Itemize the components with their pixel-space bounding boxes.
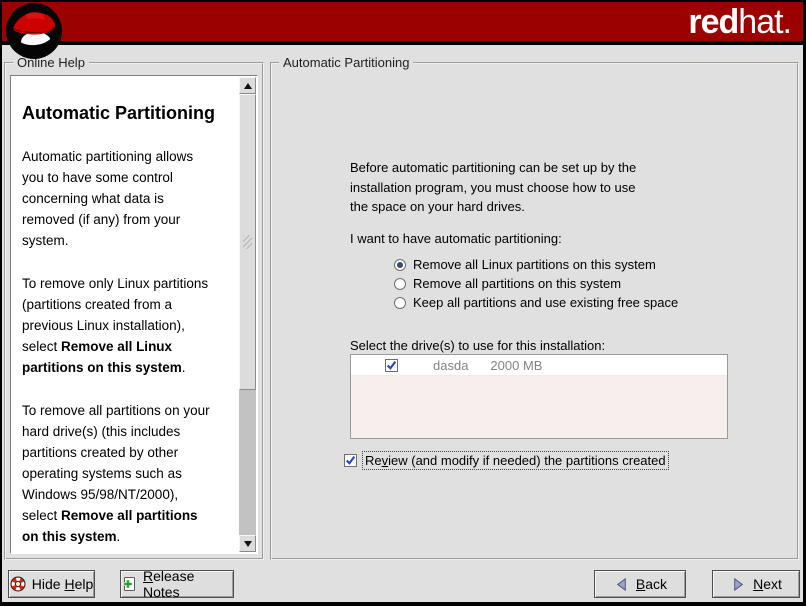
scrollbar-grip-icon (243, 235, 252, 249)
radio-unselected-icon[interactable] (394, 297, 406, 309)
drive-checkbox[interactable] (385, 359, 398, 372)
radio-option[interactable]: Remove all Linux partitions on this syst… (394, 255, 678, 274)
wordmark-red: red (688, 3, 738, 41)
window-body: redhat. ® Online Help Automatic Partitio… (2, 2, 803, 602)
radio-unselected-icon[interactable] (394, 278, 406, 290)
back-label: Back (636, 576, 667, 592)
release-notes-mnemonic: R (143, 568, 153, 584)
scroll-up-icon (244, 83, 252, 89)
drive-size: 2000 MB (490, 358, 542, 373)
checkmark-icon (386, 360, 397, 371)
back-arrow-icon (613, 576, 630, 593)
next-arrow-icon (730, 576, 747, 593)
online-help-frame: Online Help Automatic Partitioning Autom… (4, 62, 264, 560)
review-label-pre: Re (365, 453, 382, 468)
radio-option[interactable]: Remove all partitions on this system (394, 274, 678, 293)
hide-help-pre: Hide (32, 576, 65, 592)
life-preserver-icon (10, 576, 26, 592)
help-paragraphs: Automatic partitioning allows you to hav… (22, 146, 236, 552)
radio-group: Remove all Linux partitions on this syst… (394, 255, 678, 312)
installer-window: redhat. ® Online Help Automatic Partitio… (0, 0, 806, 606)
radio-option-label: Remove all Linux partitions on this syst… (413, 257, 656, 272)
back-post: ack (645, 576, 667, 592)
release-notes-icon (121, 576, 137, 592)
drive-row[interactable]: dasda 2000 MB (351, 355, 727, 376)
drive-list[interactable]: dasda 2000 MB (350, 354, 728, 439)
intro-text: Before automatic partitioning can be set… (350, 158, 720, 217)
next-button[interactable]: Next (712, 570, 800, 598)
hide-help-label: Hide Help (32, 576, 94, 592)
registered-trademark: ® (58, 35, 63, 42)
help-viewer: Automatic Partitioning Automatic partiti… (10, 75, 258, 554)
redhat-wordmark: redhat. (688, 3, 791, 42)
partitioning-prompt: I want to have automatic partitioning: (350, 231, 562, 246)
back-button[interactable]: Back (594, 570, 686, 598)
scroll-up-button[interactable] (239, 77, 256, 94)
wordmark-period: . (783, 3, 791, 41)
release-notes-label: Release Notes (143, 568, 233, 600)
hide-help-button[interactable]: Hide Help (8, 570, 95, 598)
help-paragraph: To remove all partitions on your hard dr… (22, 400, 236, 547)
redhat-banner: redhat. (2, 2, 803, 45)
scrollbar-thumb[interactable] (239, 94, 256, 390)
scroll-down-icon (244, 541, 252, 547)
drive-name: dasda (433, 358, 468, 373)
next-post: ext (763, 576, 782, 592)
automatic-partitioning-frame: Automatic Partitioning Before automatic … (270, 62, 799, 560)
review-checkbox[interactable] (344, 454, 357, 467)
drives-label: Select the drive(s) to use for this inst… (350, 338, 605, 353)
help-scrollbar[interactable] (239, 77, 256, 552)
radio-option[interactable]: Keep all partitions and use existing fre… (394, 293, 678, 312)
next-label: Next (753, 576, 782, 592)
scroll-down-button[interactable] (239, 535, 256, 552)
radio-option-label: Keep all partitions and use existing fre… (413, 295, 678, 310)
radio-option-label: Remove all partitions on this system (413, 276, 621, 291)
back-mnemonic: B (636, 576, 645, 592)
help-heading: Automatic Partitioning (22, 103, 236, 124)
redhat-shadowman-logo-icon (5, 2, 63, 60)
automatic-partitioning-frame-label: Automatic Partitioning (279, 55, 413, 70)
checkmark-icon (345, 455, 356, 466)
release-notes-button[interactable]: Release Notes (120, 570, 234, 598)
help-content: Automatic Partitioning Automatic partiti… (12, 77, 238, 552)
hide-help-post: elp (75, 576, 94, 592)
radio-selected-icon[interactable] (394, 259, 406, 271)
review-checkbox-label[interactable]: Review (and modify if needed) the partit… (362, 451, 669, 470)
hide-help-mnemonic: H (64, 576, 74, 592)
review-checkbox-row[interactable]: Review (and modify if needed) the partit… (344, 451, 669, 470)
help-paragraph: To remove only Linux partitions (partiti… (22, 273, 236, 378)
wordmark-hat: hat (738, 3, 782, 41)
next-mnemonic: N (753, 576, 763, 592)
review-label-post: iew (and modify if needed) the partition… (388, 453, 666, 468)
help-paragraph: Automatic partitioning allows you to hav… (22, 146, 236, 251)
